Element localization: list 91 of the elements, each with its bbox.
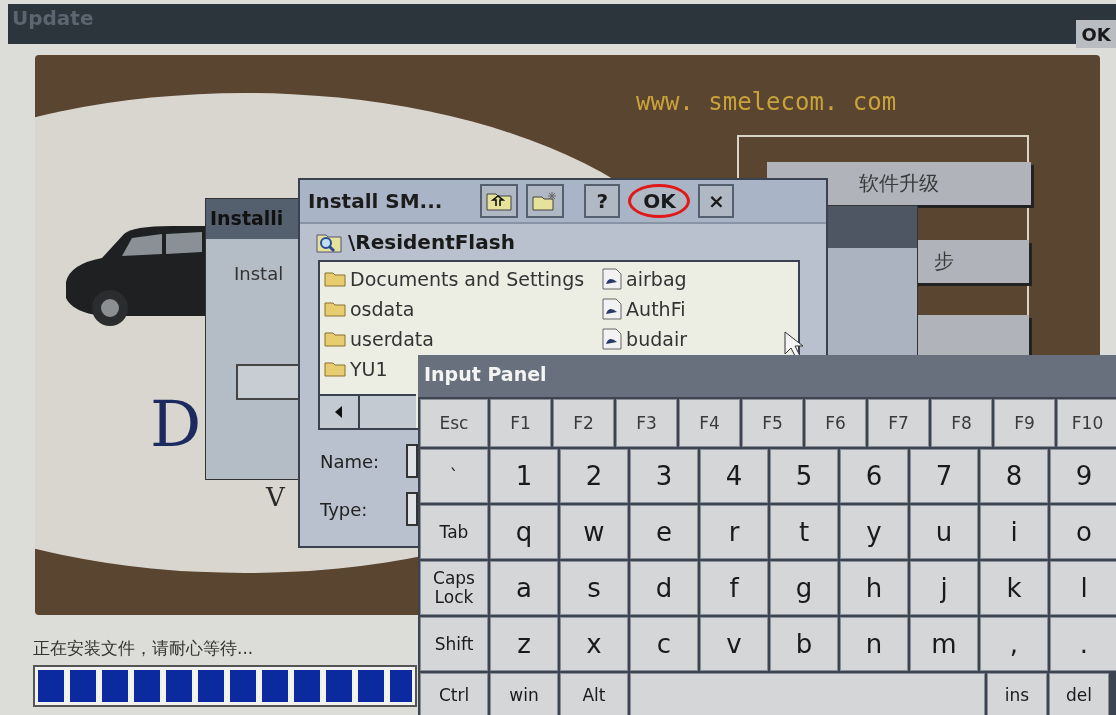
keyboard-key[interactable]: Ctrl <box>420 673 488 715</box>
folder-item[interactable]: Documents and Settings <box>350 268 585 290</box>
keyboard-key[interactable]: t <box>770 505 838 559</box>
keyboard-key[interactable]: u <box>910 505 978 559</box>
keyboard-key[interactable]: j <box>910 561 978 615</box>
keyboard-key[interactable]: F4 <box>679 399 740 447</box>
keyboard-key[interactable]: Tab <box>420 505 488 559</box>
folder-item[interactable]: YU1 <box>350 358 388 380</box>
ok-button[interactable]: OK <box>1076 20 1116 48</box>
keyboard-key[interactable]: Alt <box>560 673 628 715</box>
file-icon <box>602 268 623 290</box>
keyboard-key[interactable]: g <box>770 561 838 615</box>
new-folder-icon <box>532 191 559 211</box>
folder-icon <box>324 271 346 287</box>
keyboard-key[interactable]: d <box>630 561 698 615</box>
keyboard-key[interactable]: y <box>840 505 908 559</box>
folder-item[interactable]: userdata <box>350 328 434 350</box>
folder-icon <box>324 301 346 317</box>
keyboard-key[interactable]: o <box>1050 505 1116 559</box>
keyboard-key[interactable]: . <box>1050 617 1116 671</box>
keyboard-key[interactable]: f <box>700 561 768 615</box>
keyboard-key[interactable]: m <box>910 617 978 671</box>
keyboard-key[interactable]: v <box>700 617 768 671</box>
keyboard-key[interactable]: , <box>980 617 1048 671</box>
toolbar-button[interactable]: ? <box>584 184 621 218</box>
up-folder-button[interactable] <box>480 184 519 218</box>
keyboard-key[interactable]: Caps Lock <box>420 561 488 615</box>
keyboard-key[interactable]: 7 <box>910 449 978 503</box>
folder-item[interactable]: osdata <box>350 298 415 320</box>
file-icon <box>602 298 623 320</box>
input-field[interactable] <box>406 492 418 526</box>
dialog-text: Instal <box>234 263 284 284</box>
keyboard-key[interactable]: F9 <box>994 399 1055 447</box>
keyboard-key[interactable]: 1 <box>490 449 558 503</box>
keyboard-key[interactable]: F6 <box>805 399 866 447</box>
keyboard-key[interactable]: Esc <box>420 399 488 447</box>
keyboard-key[interactable]: q <box>490 505 558 559</box>
keyboard-key[interactable]: e <box>630 505 698 559</box>
keyboard-key[interactable]: h <box>840 561 908 615</box>
keyboard-key[interactable]: b <box>770 617 838 671</box>
new-folder-button[interactable] <box>526 184 565 218</box>
keyboard-key[interactable]: F1 <box>490 399 551 447</box>
website-text: www. smelecom. com <box>636 88 897 116</box>
field-label: Type: <box>320 498 369 520</box>
window-title: Input Panel <box>418 355 1116 397</box>
status-message: 正在安装文件，请耐心等待... <box>33 637 254 660</box>
keyboard-key[interactable]: z <box>490 617 558 671</box>
keyboard-key[interactable]: F10 <box>1057 399 1116 447</box>
folder-path: \ResidentFlash <box>348 230 515 254</box>
keyboard-key[interactable]: 5 <box>770 449 838 503</box>
folder-icon <box>324 331 346 347</box>
keyboard-key[interactable]: 9 <box>1050 449 1116 503</box>
keyboard-key[interactable]: c <box>630 617 698 671</box>
keyboard-key[interactable]: l <box>1050 561 1116 615</box>
keyboard-key[interactable]: F7 <box>868 399 929 447</box>
keyboard-key[interactable]: 4 <box>700 449 768 503</box>
keyboard-key[interactable]: i <box>980 505 1048 559</box>
keyboard-key[interactable]: F8 <box>931 399 992 447</box>
input-field[interactable] <box>406 444 418 478</box>
folder-up-arrow-icon <box>486 191 513 211</box>
keyboard-key[interactable]: 8 <box>980 449 1048 503</box>
keyboard-key[interactable]: F3 <box>616 399 677 447</box>
keyboard-key[interactable]: win <box>490 673 558 715</box>
keyboard-key[interactable]: del <box>1049 673 1109 715</box>
keyboard-key[interactable]: F2 <box>553 399 614 447</box>
logo-text: V <box>266 482 285 512</box>
keyboard-key[interactable]: w <box>560 505 628 559</box>
keyboard-key[interactable]: 6 <box>840 449 908 503</box>
file-item[interactable]: budair <box>626 328 687 350</box>
left-arrow-icon <box>334 406 344 418</box>
keyboard-key[interactable]: n <box>840 617 908 671</box>
folder-icon <box>324 361 346 377</box>
keyboard-key[interactable]: a <box>490 561 558 615</box>
keyboard-key[interactable]: 2 <box>560 449 628 503</box>
file-item[interactable]: AuthFi <box>626 298 686 320</box>
field-label: Name: <box>320 450 381 472</box>
keyboard-key[interactable]: k <box>980 561 1048 615</box>
toolbar-button[interactable]: × <box>698 184 735 218</box>
keyboard-key[interactable]: r <box>700 505 768 559</box>
file-item[interactable]: airbag <box>626 268 687 290</box>
keyboard-key[interactable]: 3 <box>630 449 698 503</box>
toolbar-button[interactable]: OK <box>628 184 691 218</box>
folder-search-icon <box>316 231 342 253</box>
file-icon <box>602 328 623 350</box>
logo-text: D <box>150 392 202 456</box>
keyboard-key[interactable]: Shift <box>420 617 488 671</box>
keyboard-key[interactable]: ` <box>420 449 488 503</box>
keyboard-key[interactable]: x <box>560 617 628 671</box>
keyboard-key[interactable]: s <box>560 561 628 615</box>
keyboard-key[interactable]: F5 <box>742 399 803 447</box>
keyboard-key[interactable]: ins <box>987 673 1047 715</box>
